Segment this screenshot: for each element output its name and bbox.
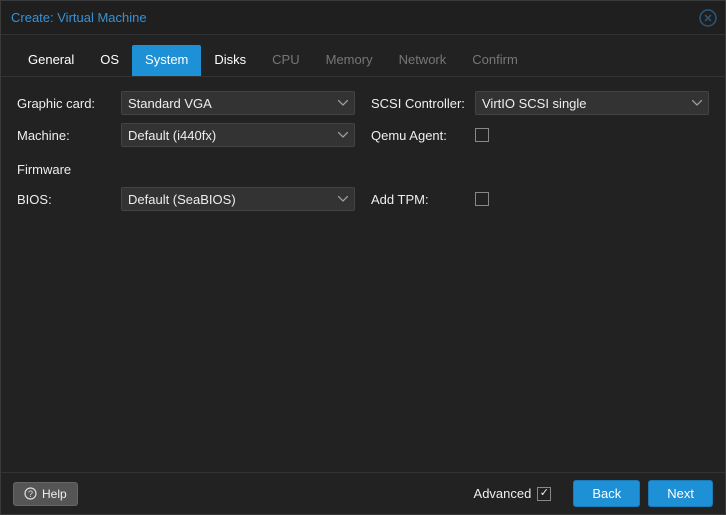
graphic-card-value: Standard VGA xyxy=(128,96,212,111)
scsi-select[interactable]: VirtIO SCSI single xyxy=(475,91,709,115)
row-scsi: SCSI Controller: VirtIO SCSI single xyxy=(371,91,709,115)
bios-value: Default (SeaBIOS) xyxy=(128,192,236,207)
titlebar: Create: Virtual Machine xyxy=(1,1,725,35)
machine-select[interactable]: Default (i440fx) xyxy=(121,123,355,147)
chevron-down-icon xyxy=(338,196,348,202)
add-tpm-checkbox[interactable] xyxy=(475,192,489,206)
close-icon[interactable] xyxy=(699,9,717,27)
bios-select[interactable]: Default (SeaBIOS) xyxy=(121,187,355,211)
left-column: Graphic card: Standard VGA Machine: Defa… xyxy=(17,91,355,458)
help-icon: ? xyxy=(24,487,37,500)
tab-general[interactable]: General xyxy=(15,45,87,76)
tab-confirm: Confirm xyxy=(459,45,531,76)
tab-cpu: CPU xyxy=(259,45,312,76)
graphic-card-label: Graphic card: xyxy=(17,96,121,111)
graphic-card-select[interactable]: Standard VGA xyxy=(121,91,355,115)
tab-os[interactable]: OS xyxy=(87,45,132,76)
help-button[interactable]: ? Help xyxy=(13,482,78,506)
dialog-window: Create: Virtual Machine General OS Syste… xyxy=(0,0,726,515)
row-bios: BIOS: Default (SeaBIOS) xyxy=(17,187,355,211)
firmware-section-label: Firmware xyxy=(17,155,355,179)
help-label: Help xyxy=(42,487,67,501)
advanced-checkbox[interactable] xyxy=(537,487,551,501)
add-tpm-label: Add TPM: xyxy=(371,192,475,207)
advanced-label: Advanced xyxy=(474,486,532,501)
qemu-agent-label: Qemu Agent: xyxy=(371,128,475,143)
row-machine: Machine: Default (i440fx) xyxy=(17,123,355,147)
bios-label: BIOS: xyxy=(17,192,121,207)
row-add-tpm: Add TPM: xyxy=(371,187,709,211)
back-button[interactable]: Back xyxy=(573,480,640,507)
row-graphic-card: Graphic card: Standard VGA xyxy=(17,91,355,115)
next-button[interactable]: Next xyxy=(648,480,713,507)
advanced-toggle[interactable]: Advanced xyxy=(474,486,552,501)
svg-text:?: ? xyxy=(28,489,33,499)
tab-strip: General OS System Disks CPU Memory Netwo… xyxy=(1,35,725,77)
chevron-down-icon xyxy=(692,100,702,106)
row-qemu-agent: Qemu Agent: xyxy=(371,123,709,147)
machine-value: Default (i440fx) xyxy=(128,128,216,143)
form-content: Graphic card: Standard VGA Machine: Defa… xyxy=(1,77,725,472)
chevron-down-icon xyxy=(338,132,348,138)
footer: ? Help Advanced Back Next xyxy=(1,472,725,514)
machine-label: Machine: xyxy=(17,128,121,143)
qemu-agent-checkbox[interactable] xyxy=(475,128,489,142)
tab-system[interactable]: System xyxy=(132,45,201,76)
scsi-label: SCSI Controller: xyxy=(371,96,475,111)
tab-memory: Memory xyxy=(313,45,386,76)
tab-disks[interactable]: Disks xyxy=(201,45,259,76)
chevron-down-icon xyxy=(338,100,348,106)
tab-network: Network xyxy=(386,45,460,76)
spacer-row xyxy=(371,155,709,179)
scsi-value: VirtIO SCSI single xyxy=(482,96,587,111)
window-title: Create: Virtual Machine xyxy=(11,10,147,25)
right-column: SCSI Controller: VirtIO SCSI single Qemu… xyxy=(371,91,709,458)
